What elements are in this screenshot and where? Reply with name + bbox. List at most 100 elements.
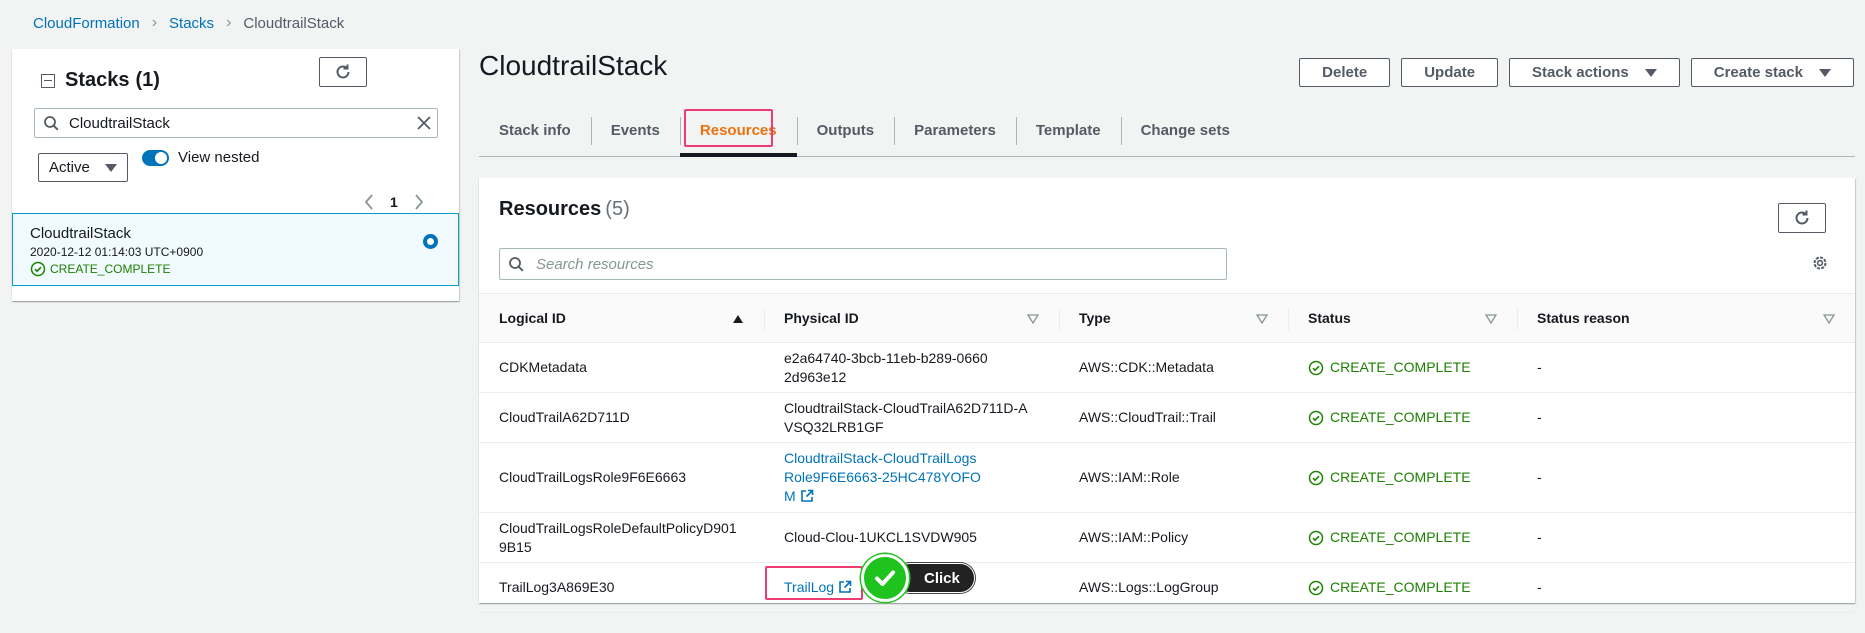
cell-status: CREATE_COMPLETE	[1288, 562, 1517, 613]
stack-status-filter[interactable]: Active	[38, 153, 128, 182]
physical-id-link[interactable]: CloudtrailStack-CloudTrailLogsRole9F6E66…	[784, 449, 984, 506]
update-label: Update	[1424, 64, 1476, 81]
stacks-panel: Stacks (1) Active View nested 1 Cloudtra…	[12, 49, 459, 301]
check-circle-icon	[1308, 470, 1324, 485]
col-type[interactable]: Type	[1059, 293, 1288, 343]
cell-physical-id: e2a64740-3bcb-11eb-b289-06602d963e12	[764, 342, 1059, 393]
col-type-label: Type	[1079, 310, 1111, 326]
collapse-icon[interactable]	[41, 73, 55, 88]
cell-status-reason: -	[1517, 442, 1855, 513]
cell-logical-id: TrailLog3A869E30	[479, 562, 764, 613]
search-icon	[509, 257, 524, 272]
delete-label: Delete	[1322, 64, 1368, 81]
resources-tab-highlight	[684, 109, 773, 147]
cell-type: AWS::IAM::Role	[1059, 442, 1288, 513]
stack-status-text: CREATE_COMPLETE	[50, 262, 171, 276]
cell-status-reason: -	[1517, 562, 1855, 613]
stack-actions-bar: Delete Update Stack actions Create stack	[1299, 58, 1854, 87]
close-icon[interactable]	[411, 116, 437, 130]
create-stack-button[interactable]: Create stack	[1690, 58, 1854, 87]
logical-id-text: CloudTrailLogsRoleDefaultPolicyD9019B15	[499, 519, 737, 555]
click-annotation: Click	[861, 554, 975, 602]
stacks-header: Stacks (1)	[41, 69, 160, 92]
check-circle-icon	[30, 261, 46, 277]
status-text: CREATE_COMPLETE	[1330, 469, 1471, 485]
tab-template[interactable]: Template	[1015, 105, 1121, 156]
col-logical-id-label: Logical ID	[499, 310, 566, 326]
resources-refresh-button[interactable]	[1778, 203, 1826, 233]
col-physical-id-label: Physical ID	[784, 310, 859, 326]
cell-logical-id: CloudTrailLogsRoleDefaultPolicyD9019B15	[479, 512, 764, 563]
sort-ascending-icon[interactable]	[732, 314, 744, 324]
create-stack-label: Create stack	[1713, 64, 1803, 81]
cell-status: CREATE_COMPLETE	[1288, 442, 1517, 513]
sort-icon[interactable]	[1485, 314, 1497, 324]
stack-radio-selected[interactable]	[423, 234, 438, 249]
stacks-search-input[interactable]	[63, 114, 411, 132]
search-icon	[44, 116, 59, 131]
col-physical-id[interactable]: Physical ID	[764, 293, 1059, 343]
cell-logical-id: CloudTrailA62D711D	[479, 392, 764, 443]
chevron-left-icon[interactable]	[364, 194, 374, 210]
physical-id-text: e2a64740-3bcb-11eb-b289-06602d963e12	[784, 349, 988, 385]
col-status[interactable]: Status	[1288, 293, 1517, 343]
delete-button[interactable]: Delete	[1299, 58, 1391, 87]
cell-status-reason: -	[1517, 342, 1855, 393]
page-number[interactable]: 1	[390, 194, 398, 210]
refresh-icon	[1795, 210, 1809, 225]
sort-icon[interactable]	[1027, 314, 1039, 324]
gear-icon[interactable]	[1811, 254, 1829, 272]
chevron-right-icon: ›	[151, 14, 158, 31]
stack-status-filter-value: Active	[49, 159, 90, 176]
sort-icon[interactable]	[1823, 314, 1835, 324]
breadcrumb-cloudformation[interactable]: CloudFormation	[33, 15, 140, 32]
pagination: 1	[364, 194, 424, 210]
check-circle-icon	[1308, 530, 1324, 545]
refresh-icon	[336, 64, 350, 79]
tab-parameters[interactable]: Parameters	[894, 105, 1016, 156]
chevron-right-icon[interactable]	[414, 194, 424, 210]
stack-actions-button[interactable]: Stack actions	[1509, 58, 1680, 87]
caret-down-icon	[1819, 68, 1831, 77]
resources-count: (5)	[605, 198, 630, 220]
col-status-label: Status	[1308, 310, 1351, 326]
table-row: CloudTrailLogsRoleDefaultPolicyD9019B15 …	[479, 512, 1855, 563]
external-link-icon	[800, 489, 813, 502]
check-circle-icon	[1308, 580, 1324, 595]
caret-down-icon	[105, 163, 117, 172]
table-row: CloudTrailA62D711D CloudtrailStack-Cloud…	[479, 392, 1855, 443]
breadcrumb-current: CloudtrailStack	[243, 14, 345, 32]
status-text: CREATE_COMPLETE	[1330, 579, 1471, 595]
stack-list-item[interactable]: CloudtrailStack 2020-12-12 01:14:03 UTC+…	[12, 213, 459, 286]
breadcrumb: CloudFormation › Stacks › CloudtrailStac…	[33, 14, 344, 32]
status-text: CREATE_COMPLETE	[1330, 359, 1471, 375]
breadcrumb-stacks[interactable]: Stacks	[169, 15, 214, 32]
cell-type: AWS::Logs::LogGroup	[1059, 562, 1288, 613]
resources-search-input[interactable]	[530, 255, 1226, 273]
check-circle-icon	[1308, 360, 1324, 375]
stack-status: CREATE_COMPLETE	[30, 261, 170, 277]
caret-down-icon	[1644, 68, 1657, 77]
check-circle-icon	[1308, 410, 1324, 425]
stacks-refresh-button[interactable]	[319, 57, 367, 87]
tab-events[interactable]: Events	[590, 105, 680, 156]
col-status-reason-label: Status reason	[1537, 310, 1630, 326]
tab-stack-info[interactable]: Stack info	[479, 105, 591, 156]
stacks-search	[34, 108, 438, 138]
table-row: CDKMetadata e2a64740-3bcb-11eb-b289-0660…	[479, 342, 1855, 393]
stacks-title: Stacks	[65, 69, 130, 91]
view-nested-toggle[interactable]	[142, 150, 169, 166]
col-logical-id[interactable]: Logical ID	[479, 293, 764, 343]
check-icon	[861, 554, 909, 602]
update-button[interactable]: Update	[1401, 58, 1499, 87]
cell-logical-id: CloudTrailLogsRole9F6E6663	[479, 442, 764, 513]
tab-outputs[interactable]: Outputs	[796, 105, 895, 156]
resources-panel: Resources(5) Logical ID Physical ID Type…	[479, 178, 1855, 613]
sort-icon[interactable]	[1256, 314, 1268, 324]
tab-change-sets[interactable]: Change sets	[1120, 105, 1250, 156]
col-status-reason[interactable]: Status reason	[1517, 293, 1855, 343]
chevron-right-icon: ›	[226, 14, 232, 31]
cell-status-reason: -	[1517, 512, 1855, 563]
resources-title: Resources	[499, 198, 602, 220]
cell-status: CREATE_COMPLETE	[1288, 392, 1517, 443]
